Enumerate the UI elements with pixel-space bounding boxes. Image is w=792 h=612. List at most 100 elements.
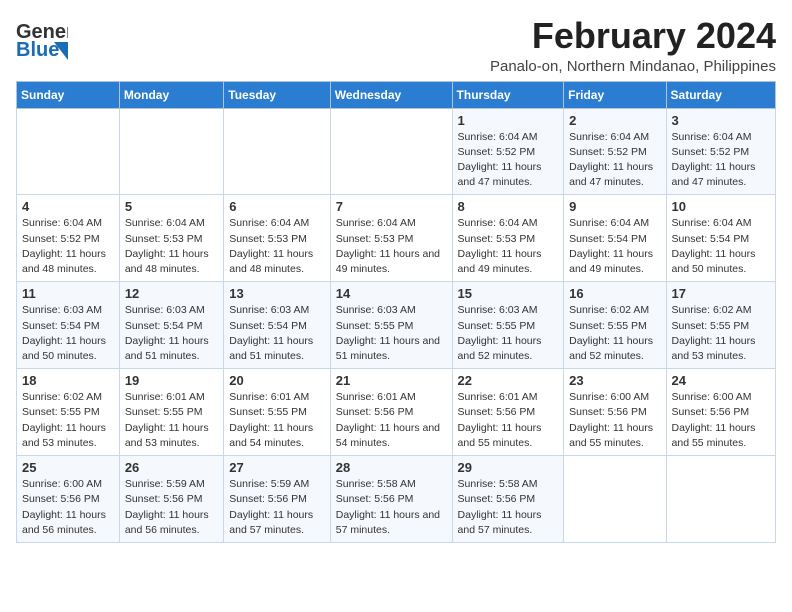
header-cell-wednesday: Wednesday xyxy=(330,81,452,108)
day-info: Sunrise: 6:04 AM Sunset: 5:52 PM Dayligh… xyxy=(458,130,559,191)
header-cell-thursday: Thursday xyxy=(452,81,564,108)
day-cell xyxy=(666,456,775,543)
day-cell: 13 Sunrise: 6:03 AM Sunset: 5:54 PM Dayli… xyxy=(224,282,330,369)
day-number: 11 xyxy=(22,286,114,301)
week-row-3: 18 Sunrise: 6:02 AM Sunset: 5:55 PM Dayli… xyxy=(17,369,776,456)
day-number: 1 xyxy=(458,113,559,128)
header-row: SundayMondayTuesdayWednesdayThursdayFrid… xyxy=(17,81,776,108)
day-number: 23 xyxy=(569,373,660,388)
day-info: Sunrise: 6:01 AM Sunset: 5:56 PM Dayligh… xyxy=(336,390,447,451)
day-cell: 2 Sunrise: 6:04 AM Sunset: 5:52 PM Daylig… xyxy=(564,108,666,195)
day-info: Sunrise: 6:03 AM Sunset: 5:55 PM Dayligh… xyxy=(458,303,559,364)
day-cell xyxy=(330,108,452,195)
day-cell: 8Sunrise: 6:04 AM Sunset: 5:53 PM Daylig… xyxy=(452,195,564,282)
day-cell xyxy=(119,108,223,195)
day-number: 27 xyxy=(229,460,324,475)
week-row-0: 1 Sunrise: 6:04 AM Sunset: 5:52 PM Daylig… xyxy=(17,108,776,195)
title-block: February 2024 Panalo-on, Northern Mindan… xyxy=(490,16,776,75)
day-info: Sunrise: 6:00 AM Sunset: 5:56 PM Dayligh… xyxy=(22,477,114,538)
day-cell: 4 Sunrise: 6:04 AM Sunset: 5:52 PM Daylig… xyxy=(17,195,120,282)
day-info: Sunrise: 6:04 AM Sunset: 5:53 PM Dayligh… xyxy=(229,216,324,277)
day-info: Sunrise: 6:04 AM Sunset: 5:52 PM Dayligh… xyxy=(22,216,114,277)
day-info: Sunrise: 6:03 AM Sunset: 5:54 PM Dayligh… xyxy=(22,303,114,364)
header-cell-tuesday: Tuesday xyxy=(224,81,330,108)
day-info: Sunrise: 6:04 AM Sunset: 5:52 PM Dayligh… xyxy=(672,130,770,191)
day-info: Sunrise: 6:04 AM Sunset: 5:53 PM Dayligh… xyxy=(336,216,447,277)
day-cell: 27 Sunrise: 5:59 AM Sunset: 5:56 PM Dayli… xyxy=(224,456,330,543)
week-row-4: 25Sunrise: 6:00 AM Sunset: 5:56 PM Dayli… xyxy=(17,456,776,543)
day-cell: 3 Sunrise: 6:04 AM Sunset: 5:52 PM Daylig… xyxy=(666,108,775,195)
day-number: 5 xyxy=(125,199,218,214)
day-info: Sunrise: 6:01 AM Sunset: 5:55 PM Dayligh… xyxy=(125,390,218,451)
month-year: February 2024 xyxy=(490,16,776,56)
day-number: 18 xyxy=(22,373,114,388)
day-number: 9 xyxy=(569,199,660,214)
day-cell xyxy=(564,456,666,543)
day-cell: 15Sunrise: 6:03 AM Sunset: 5:55 PM Dayli… xyxy=(452,282,564,369)
day-info: Sunrise: 5:58 AM Sunset: 5:56 PM Dayligh… xyxy=(336,477,447,538)
day-info: Sunrise: 6:04 AM Sunset: 5:53 PM Dayligh… xyxy=(458,216,559,277)
day-cell: 11 Sunrise: 6:03 AM Sunset: 5:54 PM Dayli… xyxy=(17,282,120,369)
day-info: Sunrise: 6:00 AM Sunset: 5:56 PM Dayligh… xyxy=(569,390,660,451)
day-cell: 10 Sunrise: 6:04 AM Sunset: 5:54 PM Dayli… xyxy=(666,195,775,282)
day-number: 26 xyxy=(125,460,218,475)
week-row-1: 4 Sunrise: 6:04 AM Sunset: 5:52 PM Daylig… xyxy=(17,195,776,282)
day-cell: 16 Sunrise: 6:02 AM Sunset: 5:55 PM Dayli… xyxy=(564,282,666,369)
day-number: 2 xyxy=(569,113,660,128)
calendar-table: SundayMondayTuesdayWednesdayThursdayFrid… xyxy=(16,81,776,543)
day-cell: 5 Sunrise: 6:04 AM Sunset: 5:53 PM Daylig… xyxy=(119,195,223,282)
day-info: Sunrise: 6:00 AM Sunset: 5:56 PM Dayligh… xyxy=(672,390,770,451)
day-cell: 19 Sunrise: 6:01 AM Sunset: 5:55 PM Dayli… xyxy=(119,369,223,456)
day-info: Sunrise: 6:03 AM Sunset: 5:54 PM Dayligh… xyxy=(125,303,218,364)
day-info: Sunrise: 6:04 AM Sunset: 5:52 PM Dayligh… xyxy=(569,130,660,191)
day-cell: 25Sunrise: 6:00 AM Sunset: 5:56 PM Dayli… xyxy=(17,456,120,543)
day-info: Sunrise: 6:01 AM Sunset: 5:56 PM Dayligh… xyxy=(458,390,559,451)
day-number: 13 xyxy=(229,286,324,301)
logo-icon: General Blue xyxy=(16,16,68,62)
day-info: Sunrise: 6:02 AM Sunset: 5:55 PM Dayligh… xyxy=(22,390,114,451)
day-number: 6 xyxy=(229,199,324,214)
day-cell: 6 Sunrise: 6:04 AM Sunset: 5:53 PM Daylig… xyxy=(224,195,330,282)
day-cell xyxy=(224,108,330,195)
day-number: 16 xyxy=(569,286,660,301)
day-number: 24 xyxy=(672,373,770,388)
day-number: 7 xyxy=(336,199,447,214)
day-info: Sunrise: 6:04 AM Sunset: 5:53 PM Dayligh… xyxy=(125,216,218,277)
day-number: 29 xyxy=(458,460,559,475)
day-number: 20 xyxy=(229,373,324,388)
day-info: Sunrise: 6:02 AM Sunset: 5:55 PM Dayligh… xyxy=(672,303,770,364)
day-cell: 1 Sunrise: 6:04 AM Sunset: 5:52 PM Daylig… xyxy=(452,108,564,195)
day-number: 19 xyxy=(125,373,218,388)
header-cell-sunday: Sunday xyxy=(17,81,120,108)
day-cell: 24 Sunrise: 6:00 AM Sunset: 5:56 PM Dayli… xyxy=(666,369,775,456)
day-number: 3 xyxy=(672,113,770,128)
day-cell: 26 Sunrise: 5:59 AM Sunset: 5:56 PM Dayli… xyxy=(119,456,223,543)
day-number: 22 xyxy=(458,373,559,388)
day-number: 14 xyxy=(336,286,447,301)
day-number: 4 xyxy=(22,199,114,214)
header-cell-saturday: Saturday xyxy=(666,81,775,108)
day-cell: 7 Sunrise: 6:04 AM Sunset: 5:53 PM Daylig… xyxy=(330,195,452,282)
logo: General Blue xyxy=(16,16,68,62)
day-cell: 20Sunrise: 6:01 AM Sunset: 5:55 PM Dayli… xyxy=(224,369,330,456)
day-info: Sunrise: 6:03 AM Sunset: 5:54 PM Dayligh… xyxy=(229,303,324,364)
header-cell-monday: Monday xyxy=(119,81,223,108)
day-info: Sunrise: 6:02 AM Sunset: 5:55 PM Dayligh… xyxy=(569,303,660,364)
day-info: Sunrise: 6:04 AM Sunset: 5:54 PM Dayligh… xyxy=(672,216,770,277)
day-info: Sunrise: 6:04 AM Sunset: 5:54 PM Dayligh… xyxy=(569,216,660,277)
day-number: 21 xyxy=(336,373,447,388)
day-cell: 18 Sunrise: 6:02 AM Sunset: 5:55 PM Dayli… xyxy=(17,369,120,456)
day-info: Sunrise: 5:59 AM Sunset: 5:56 PM Dayligh… xyxy=(229,477,324,538)
day-number: 12 xyxy=(125,286,218,301)
day-cell: 9 Sunrise: 6:04 AM Sunset: 5:54 PM Daylig… xyxy=(564,195,666,282)
day-cell: 17 Sunrise: 6:02 AM Sunset: 5:55 PM Dayli… xyxy=(666,282,775,369)
header-cell-friday: Friday xyxy=(564,81,666,108)
day-cell: 12 Sunrise: 6:03 AM Sunset: 5:54 PM Dayli… xyxy=(119,282,223,369)
day-info: Sunrise: 5:59 AM Sunset: 5:56 PM Dayligh… xyxy=(125,477,218,538)
day-cell: 14Sunrise: 6:03 AM Sunset: 5:55 PM Dayli… xyxy=(330,282,452,369)
week-row-2: 11 Sunrise: 6:03 AM Sunset: 5:54 PM Dayli… xyxy=(17,282,776,369)
day-cell: 28Sunrise: 5:58 AM Sunset: 5:56 PM Dayli… xyxy=(330,456,452,543)
svg-text:Blue: Blue xyxy=(16,39,59,61)
day-number: 10 xyxy=(672,199,770,214)
day-number: 17 xyxy=(672,286,770,301)
